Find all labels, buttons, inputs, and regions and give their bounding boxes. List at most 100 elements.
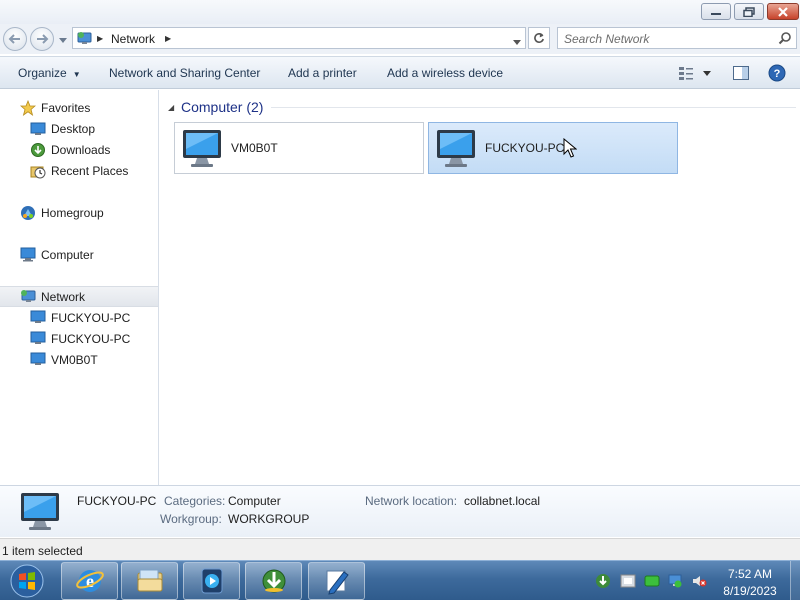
sidebar-item-downloads[interactable]: Downloads [0, 139, 158, 160]
forward-arrow-icon [37, 34, 49, 44]
computer-tile[interactable]: VM0B0T [174, 122, 424, 174]
tray-action-center-icon[interactable] [620, 573, 636, 589]
sidebar-item-label: Network [41, 289, 86, 304]
sidebar-item-desktop[interactable]: Desktop [0, 118, 158, 139]
sidebar-item-computer[interactable]: Computer [0, 244, 158, 265]
details-pane: FUCKYOU-PC Categories: Computer Workgrou… [0, 485, 800, 537]
tray-volume-muted-icon[interactable] [691, 573, 707, 589]
sidebar-item-network-computer[interactable]: VM0B0T [0, 349, 158, 370]
tile-label: VM0B0T [231, 141, 278, 155]
chevron-down-icon [703, 70, 711, 76]
preview-pane-button[interactable] [733, 63, 749, 83]
clock-time[interactable]: 7:52 AM [712, 567, 788, 581]
computer-icon [30, 310, 46, 326]
help-button[interactable]: ? [768, 63, 786, 83]
taskbar-media-player[interactable] [183, 562, 240, 600]
desktop-icon [30, 121, 46, 137]
breadcrumb-arrow-icon[interactable]: ▶ [165, 34, 171, 43]
tray-network-icon[interactable] [667, 573, 683, 589]
breadcrumb-arrow-icon[interactable]: ▶ [97, 34, 103, 43]
back-button[interactable] [3, 27, 27, 51]
minimize-button[interactable] [701, 3, 731, 20]
details-item-name: FUCKYOU-PC [77, 494, 157, 508]
workgroup-label: Workgroup: [160, 512, 222, 526]
close-button[interactable] [767, 3, 799, 20]
address-bar[interactable]: ▶ Network ▶ [72, 27, 526, 49]
monitor-icon [181, 127, 225, 174]
search-input[interactable] [564, 31, 769, 46]
favorites-star-icon [20, 99, 36, 116]
sidebar-item-recent-places[interactable]: Recent Places [0, 160, 158, 181]
add-printer-button[interactable]: Add a printer [288, 66, 357, 80]
taskbar: e 7:52 AM 8/19/2023 [0, 560, 800, 600]
sidebar-item-label: Recent Places [51, 163, 129, 178]
search-box[interactable] [557, 27, 797, 49]
group-header[interactable]: ◢ Computer (2) [168, 98, 796, 116]
sidebar-item-network[interactable]: Network [0, 286, 158, 307]
network-sharing-center-button[interactable]: Network and Sharing Center [109, 66, 260, 80]
status-bar: 1 item selected [0, 538, 800, 560]
search-icon[interactable] [778, 31, 792, 48]
view-menu-dropdown[interactable] [703, 63, 711, 83]
tile-label: FUCKYOU-PC [485, 141, 565, 155]
add-wireless-device-button[interactable]: Add a wireless device [387, 66, 503, 80]
address-row: ▶ Network ▶ [0, 24, 800, 54]
computer-icon [30, 331, 46, 347]
sidebar-item-network-computer[interactable]: FUCKYOU-PC [0, 328, 158, 349]
forward-button[interactable] [30, 27, 54, 51]
organize-label: Organize [18, 66, 67, 80]
monitor-icon [435, 127, 479, 174]
show-desktop-button[interactable] [790, 561, 800, 600]
organize-button[interactable]: Organize ▼ [18, 66, 81, 80]
restore-icon [743, 6, 755, 17]
chevron-down-icon: ▼ [72, 70, 81, 79]
group-divider [271, 106, 796, 108]
monitor-icon [20, 490, 62, 537]
computer-icon [20, 247, 36, 263]
command-bar: Organize ▼ Network and Sharing Center Add… [0, 56, 800, 89]
sidebar-item-label: Desktop [51, 121, 96, 136]
network-location-label: Network location: [365, 494, 458, 508]
computer-tile[interactable]: FUCKYOU-PC [428, 122, 678, 174]
taskbar-download-manager[interactable] [245, 562, 302, 600]
taskbar-windows-explorer[interactable] [121, 562, 178, 600]
address-history-dropdown[interactable] [513, 34, 521, 48]
group-title: Computer (2) [181, 99, 264, 115]
homegroup-icon [20, 205, 36, 221]
sidebar-item-homegroup[interactable]: Homegroup [0, 202, 158, 223]
computer-icon [30, 352, 46, 368]
svg-text:?: ? [774, 68, 781, 80]
close-icon [778, 6, 788, 17]
refresh-icon [534, 33, 544, 43]
recent-places-icon [30, 163, 46, 179]
collapse-arrow-icon[interactable]: ◢ [168, 103, 178, 112]
sidebar-item-label: FUCKYOU-PC [51, 310, 131, 325]
view-options-icon [679, 67, 693, 80]
clock-date[interactable]: 8/19/2023 [712, 584, 788, 598]
start-button[interactable] [4, 562, 50, 600]
recent-pages-dropdown[interactable] [58, 35, 68, 45]
refresh-button[interactable] [528, 27, 550, 49]
taskbar-editor[interactable] [308, 562, 365, 600]
editor-icon [326, 570, 349, 595]
network-icon [20, 289, 36, 305]
change-view-button[interactable] [678, 63, 694, 83]
internet-explorer-icon: e [75, 570, 104, 592]
taskbar-internet-explorer[interactable]: e [61, 562, 118, 600]
breadcrumb-network[interactable]: Network [111, 32, 155, 46]
tray-updates-icon[interactable] [595, 573, 611, 589]
tray-status-icon[interactable] [644, 573, 660, 589]
restore-button[interactable] [734, 3, 764, 20]
media-player-icon [201, 568, 222, 594]
sidebar-item-network-computer[interactable]: FUCKYOU-PC [0, 307, 158, 328]
network-icon [77, 31, 93, 49]
categories-value: Computer [228, 494, 281, 508]
mouse-cursor-icon [563, 137, 578, 161]
sidebar-favorites[interactable]: Favorites [0, 97, 158, 118]
navigation-pane: Favorites Desktop Downloads Recent Place… [0, 90, 159, 485]
minimize-icon [711, 12, 721, 15]
sidebar-favorites-label: Favorites [41, 100, 91, 115]
content-pane: ◢ Computer (2) VM0B0T FUCKYOU-PC [160, 90, 800, 485]
sidebar-item-label: VM0B0T [51, 352, 98, 367]
network-location-value: collabnet.local [464, 494, 541, 508]
